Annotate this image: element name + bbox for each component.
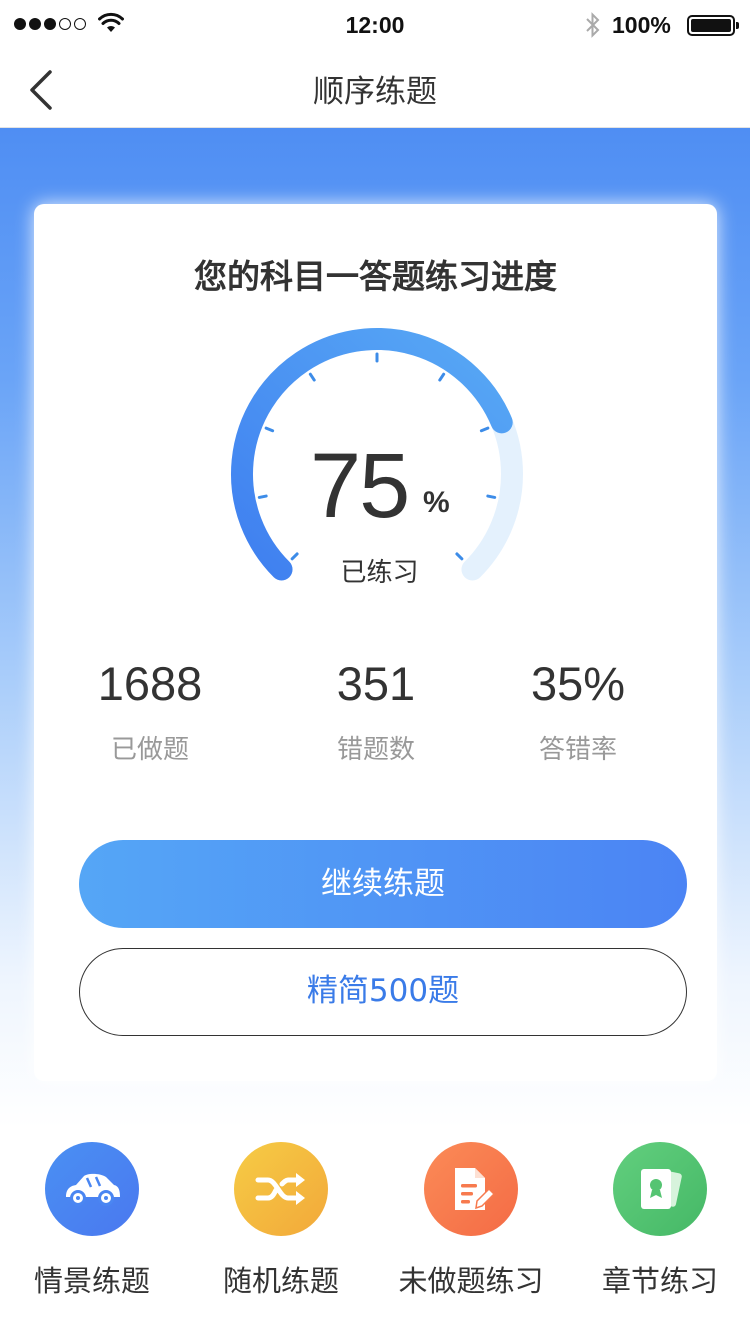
shortcut-scenario-practice[interactable]: 情景练题: [0, 1142, 187, 1300]
stat-wrong-value: 351: [336, 657, 416, 710]
shortcut-unanswered-practice[interactable]: 未做题练习: [376, 1142, 566, 1300]
nav-bar: 顺序练题: [0, 50, 750, 128]
gauge-tick: [438, 372, 446, 382]
shortcut-chapter-practice[interactable]: 章节练习: [565, 1142, 750, 1300]
certificate-icon: [613, 1142, 707, 1236]
gauge-tick: [479, 426, 490, 433]
stat-wrong-label: 错题数: [336, 735, 415, 765]
progress-label: 已练习: [340, 558, 419, 588]
gauge-tick: [264, 426, 275, 433]
status-bar: 12:00 100%: [0, 0, 750, 50]
stat-done-label: 已做题: [110, 735, 189, 765]
shuffle-icon: [234, 1142, 328, 1236]
document-edit-icon: [424, 1142, 518, 1236]
gauge-tick: [308, 372, 316, 382]
battery-icon: [687, 15, 739, 36]
page-title: 顺序练题: [313, 74, 437, 110]
stat-error-rate: 35% 答错率: [478, 656, 678, 766]
progress-percent-value: 75: [310, 435, 410, 537]
progress-percent-unit: %: [423, 486, 450, 519]
continue-practice-button[interactable]: 继续练题: [79, 840, 687, 928]
shortcut-label: 章节练习: [601, 1264, 718, 1298]
stat-done-value: 1688: [97, 657, 203, 710]
shortcut-label: 情景练题: [33, 1264, 150, 1298]
card-title: 您的科目一答题练习进度: [194, 257, 557, 296]
gauge-tick: [257, 494, 268, 499]
stat-error-rate-value: 35%: [530, 657, 626, 710]
shortcut-label: 随机练题: [222, 1264, 339, 1298]
simplified-500-button[interactable]: 精简500题: [79, 948, 687, 1036]
battery-percent: 100%: [612, 12, 671, 38]
stat-error-rate-label: 答错率: [538, 735, 617, 765]
stat-done: 1688 已做题: [50, 656, 250, 766]
bluetooth-icon: [586, 12, 600, 38]
progress-card: 您的科目一答题练习进度 75 % 已练习 1688 已做题 351 错题数 35…: [34, 204, 717, 1081]
car-icon: [45, 1142, 139, 1236]
shortcut-random-practice[interactable]: 随机练题: [186, 1142, 376, 1300]
gauge-tick: [486, 494, 497, 499]
stat-wrong: 351 错题数: [276, 656, 476, 766]
shortcut-label: 未做题练习: [398, 1264, 544, 1298]
